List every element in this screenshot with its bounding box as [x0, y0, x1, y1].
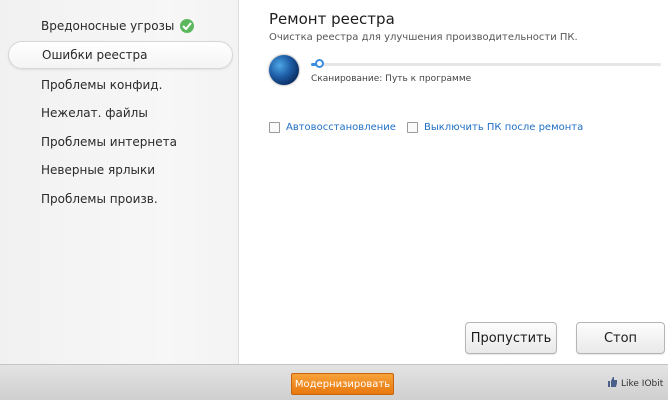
- scan-progress-thumb: [315, 59, 324, 68]
- check-icon: [180, 19, 195, 33]
- sidebar-item-shortcuts[interactable]: Неверные ярлыки: [8, 156, 233, 184]
- page-subtitle: Очистка реестра для улучшения производит…: [269, 32, 578, 43]
- scan-progress-bar: [311, 63, 661, 66]
- sidebar-item-label: Проблемы интернета: [41, 135, 177, 149]
- shutdown-after-repair-checkbox[interactable]: [407, 122, 418, 133]
- scan-status-text: Сканирование: Путь к программе: [311, 74, 472, 84]
- footer-bar: Модернизировать Like IObit: [0, 364, 668, 400]
- stop-button[interactable]: Стоп: [576, 322, 665, 354]
- sidebar-item-label: Ошибки реестра: [42, 48, 148, 62]
- sidebar-item-registry[interactable]: Ошибки реестра: [8, 41, 233, 69]
- sidebar-item-performance[interactable]: Проблемы произв.: [8, 185, 233, 213]
- page-title: Ремонт реестра: [269, 10, 395, 28]
- globe-icon: [269, 55, 299, 85]
- auto-restore-label[interactable]: Автовосстановление: [286, 122, 396, 133]
- sidebar: Вредоносные угрозы Ошибки реестра Пробле…: [0, 0, 239, 364]
- sidebar-item-privacy[interactable]: Проблемы конфид.: [8, 71, 233, 99]
- sidebar-item-label: Нежелат. файлы: [41, 106, 148, 120]
- like-label[interactable]: Like IObit: [621, 379, 663, 389]
- sidebar-item-junk-files[interactable]: Нежелат. файлы: [8, 99, 233, 127]
- thumbs-up-icon: [608, 377, 618, 390]
- auto-restore-option[interactable]: Автовосстановление: [269, 122, 396, 133]
- sidebar-item-internet[interactable]: Проблемы интернета: [8, 128, 233, 156]
- shutdown-after-repair-label[interactable]: Выключить ПК после ремонта: [424, 122, 583, 133]
- main-panel: Ремонт реестра Очистка реестра для улучш…: [239, 0, 668, 364]
- upgrade-button[interactable]: Модернизировать: [291, 373, 394, 395]
- skip-button[interactable]: Пропустить: [465, 322, 557, 354]
- sidebar-item-label: Проблемы произв.: [41, 192, 158, 206]
- auto-restore-checkbox[interactable]: [269, 122, 280, 133]
- sidebar-item-malware[interactable]: Вредоносные угрозы: [8, 12, 233, 40]
- like-iobit-link[interactable]: Like IObit: [608, 377, 663, 390]
- sidebar-item-label: Вредоносные угрозы: [41, 19, 175, 33]
- sidebar-item-label: Неверные ярлыки: [41, 163, 156, 177]
- sidebar-item-label: Проблемы конфид.: [41, 78, 163, 92]
- app-window: Вредоносные угрозы Ошибки реестра Пробле…: [0, 0, 668, 400]
- shutdown-after-repair-option[interactable]: Выключить ПК после ремонта: [407, 122, 583, 133]
